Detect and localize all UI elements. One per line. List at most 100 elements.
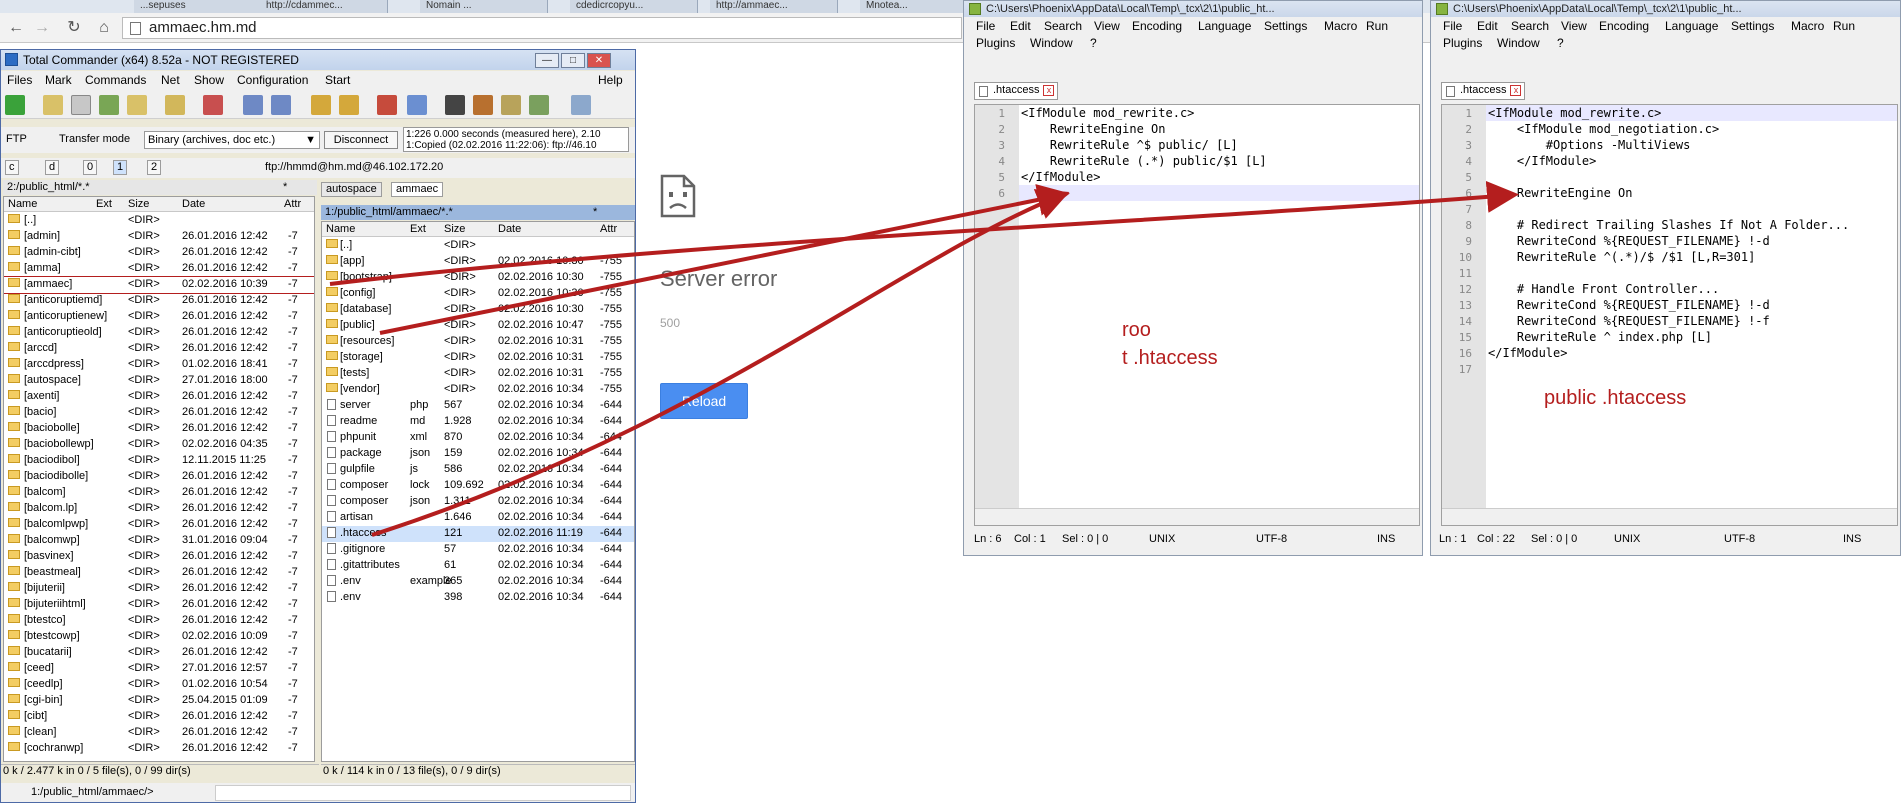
npp-editor[interactable]: 1 <IfModule mod_rewrite.c> 2 <IfModule mod…: [1441, 104, 1898, 526]
close-tab-icon[interactable]: x: [1510, 85, 1522, 96]
file-row[interactable]: [baciobolle] <DIR> 26.01.2016 12:42 -7: [4, 421, 314, 437]
menu-file[interactable]: File: [976, 19, 995, 33]
col-size[interactable]: Size: [444, 223, 465, 235]
menu-run[interactable]: Run: [1833, 19, 1855, 33]
menu-edit[interactable]: Edit: [1010, 19, 1031, 33]
file-row[interactable]: [resources] <DIR> 02.02.2016 10:31 -755: [322, 334, 634, 350]
menu-commands[interactable]: Commands: [85, 73, 146, 87]
right-file-panel[interactable]: Name Ext Size Date Attr [..] <DIR> [app] <D…: [321, 221, 635, 762]
menu-encoding[interactable]: Encoding: [1132, 19, 1182, 33]
file-row[interactable]: [storage] <DIR> 02.02.2016 10:31 -755: [322, 350, 634, 366]
file-row[interactable]: [database] <DIR> 02.02.2016 10:30 -755: [322, 302, 634, 318]
file-row[interactable]: [ceed] <DIR> 27.01.2016 12:57 -7: [4, 661, 314, 677]
notepad-icon[interactable]: [571, 95, 591, 115]
home-icon[interactable]: ⌂: [94, 18, 114, 38]
menu-settings[interactable]: Settings: [1264, 19, 1307, 33]
col-name[interactable]: Name: [326, 223, 355, 235]
tree-icon[interactable]: [127, 95, 147, 115]
reload-icon[interactable]: ↻: [64, 18, 84, 38]
menu-show[interactable]: Show: [194, 73, 224, 87]
drive-c-button[interactable]: c: [5, 160, 19, 175]
file-row[interactable]: [bacio] <DIR> 26.01.2016 12:42 -7: [4, 405, 314, 421]
tab-autospace[interactable]: autospace: [321, 182, 382, 197]
file-row[interactable]: [balcom] <DIR> 26.01.2016 12:42 -7: [4, 485, 314, 501]
browser-tab[interactable]: Nomain ...: [420, 0, 548, 14]
minimize-button[interactable]: —: [535, 53, 559, 68]
file-row[interactable]: phpunit xml 870 02.02.2016 10:34 -644: [322, 430, 634, 446]
file-row[interactable]: [clean] <DIR> 26.01.2016 12:42 -7: [4, 725, 314, 741]
menu-help[interactable]: ?: [1557, 36, 1564, 50]
sync-dirs-icon[interactable]: [501, 95, 521, 115]
menu-view[interactable]: View: [1561, 19, 1587, 33]
col-date[interactable]: Date: [182, 198, 205, 210]
file-row[interactable]: [ammaec] <DIR> 02.02.2016 10:39 -7: [4, 276, 314, 294]
unpack-icon[interactable]: [339, 95, 359, 115]
col-ext[interactable]: Ext: [410, 223, 426, 235]
file-row[interactable]: composer lock 109.692 02.02.2016 10:34 -644: [322, 478, 634, 494]
file-row[interactable]: [baciodibolle] <DIR> 26.01.2016 12:42 -7: [4, 469, 314, 485]
reload-button[interactable]: Reload: [660, 383, 748, 419]
transfer-mode-select[interactable]: Binary (archives, doc etc.) ▼: [144, 131, 320, 149]
menu-net[interactable]: Net: [161, 73, 180, 87]
file-row[interactable]: [vendor] <DIR> 02.02.2016 10:34 -755: [322, 382, 634, 398]
file-row[interactable]: server php 567 02.02.2016 10:34 -644: [322, 398, 634, 414]
file-row[interactable]: readme md 1.928 02.02.2016 10:34 -644: [322, 414, 634, 430]
file-row[interactable]: [baciobollewp] <DIR> 02.02.2016 04:35 -7: [4, 437, 314, 453]
file-row[interactable]: .gitignore 57 02.02.2016 10:34 -644: [322, 542, 634, 558]
forward-arrow-icon[interactable]: [271, 95, 291, 115]
disconnect-button[interactable]: Disconnect: [324, 131, 398, 149]
browser-tab[interactable]: ...sepuses: [134, 0, 262, 14]
file-row[interactable]: [baciodibol] <DIR> 12.11.2015 11:25 -7: [4, 453, 314, 469]
col-attr[interactable]: Attr: [600, 223, 617, 235]
file-row[interactable]: [bijuteriihtml] <DIR> 26.01.2016 12:42 -7: [4, 597, 314, 613]
menu-language[interactable]: Language: [1665, 19, 1718, 33]
browser-tab[interactable]: cdedicrcopyu...: [570, 0, 698, 14]
file-row[interactable]: [btestcowp] <DIR> 02.02.2016 10:09 -7: [4, 629, 314, 645]
close-tab-icon[interactable]: x: [1043, 85, 1055, 96]
file-row[interactable]: [anticoruptienew] <DIR> 26.01.2016 12:42 -7: [4, 309, 314, 325]
maximize-button[interactable]: □: [561, 53, 585, 68]
refresh-icon[interactable]: [5, 95, 25, 115]
back-arrow-icon[interactable]: [243, 95, 263, 115]
file-row[interactable]: artisan 1.646 02.02.2016 10:34 -644: [322, 510, 634, 526]
file-row[interactable]: [app] <DIR> 02.02.2016 10:30 -755: [322, 254, 634, 270]
file-row[interactable]: [anticoruptieold] <DIR> 26.01.2016 12:42 -7: [4, 325, 314, 341]
col-name[interactable]: Name: [8, 198, 37, 210]
browser-tab[interactable]: http://ammaec...: [710, 0, 838, 14]
menu-language[interactable]: Language: [1198, 19, 1251, 33]
menu-help[interactable]: ?: [1090, 36, 1097, 50]
menu-search[interactable]: Search: [1511, 19, 1549, 33]
file-row[interactable]: [admin] <DIR> 26.01.2016 12:42 -7: [4, 229, 314, 245]
find-icon[interactable]: [445, 95, 465, 115]
address-bar[interactable]: ammaec.hm.md: [122, 17, 962, 39]
drive-d-button[interactable]: d: [45, 160, 60, 175]
file-row[interactable]: [arccd] <DIR> 26.01.2016 12:42 -7: [4, 341, 314, 357]
drive-0-button[interactable]: 0: [83, 160, 98, 175]
file-row[interactable]: [balcom.lp] <DIR> 26.01.2016 12:42 -7: [4, 501, 314, 517]
file-row[interactable]: [basvinex] <DIR> 26.01.2016 12:42 -7: [4, 549, 314, 565]
menu-encoding[interactable]: Encoding: [1599, 19, 1649, 33]
file-row[interactable]: [..] <DIR>: [322, 238, 634, 254]
file-row[interactable]: [bijuterii] <DIR> 26.01.2016 12:42 -7: [4, 581, 314, 597]
file-row[interactable]: [admin-cibt] <DIR> 26.01.2016 12:42 -7: [4, 245, 314, 261]
file-row[interactable]: [cibt] <DIR> 26.01.2016 12:42 -7: [4, 709, 314, 725]
url-icon[interactable]: [407, 95, 427, 115]
menu-window[interactable]: Window: [1030, 36, 1073, 50]
menu-settings[interactable]: Settings: [1731, 19, 1774, 33]
horizontal-scrollbar[interactable]: [1442, 508, 1897, 525]
file-row[interactable]: [..] <DIR>: [4, 213, 314, 229]
command-input[interactable]: [215, 785, 631, 801]
file-row[interactable]: [config] <DIR> 02.02.2016 10:30 -755: [322, 286, 634, 302]
file-row[interactable]: gulpfile js 586 02.02.2016 10:34 -644: [322, 462, 634, 478]
brief-view-icon[interactable]: [43, 95, 63, 115]
file-row[interactable]: package json 159 02.02.2016 10:34 -644: [322, 446, 634, 462]
file-row[interactable]: [bootstrap] <DIR> 02.02.2016 10:30 -755: [322, 270, 634, 286]
left-panel-path[interactable]: 2:/public_html/*.* *: [3, 180, 317, 195]
menu-view[interactable]: View: [1094, 19, 1120, 33]
menu-files[interactable]: Files: [7, 73, 32, 87]
menu-plugins[interactable]: Plugins: [1443, 36, 1482, 50]
col-attr[interactable]: Attr: [284, 198, 301, 210]
file-row[interactable]: [balcomwp] <DIR> 31.01.2016 09:04 -7: [4, 533, 314, 549]
file-row[interactable]: [axenti] <DIR> 26.01.2016 12:42 -7: [4, 389, 314, 405]
menu-configuration[interactable]: Configuration: [237, 73, 308, 87]
